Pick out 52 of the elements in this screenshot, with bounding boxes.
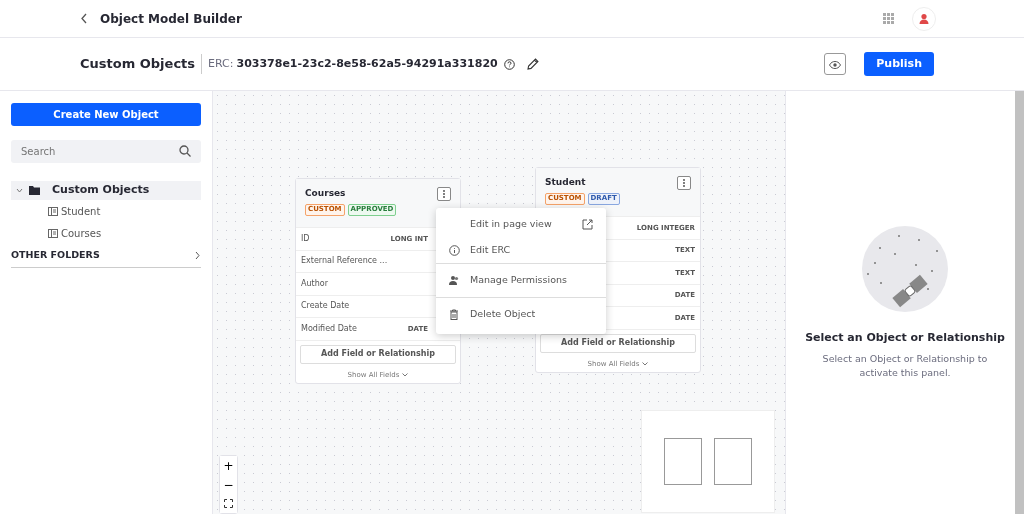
publish-button[interactable]: Publish (864, 51, 934, 77)
tree-item[interactable]: Student (11, 200, 201, 222)
minimap-node (714, 438, 752, 485)
object-title: Student (545, 176, 586, 190)
menu-item[interactable]: Edit in page view (436, 211, 606, 237)
more-options-button[interactable] (677, 176, 691, 190)
object-title: Courses (305, 187, 346, 201)
back-icon[interactable] (80, 13, 88, 24)
scrollbar[interactable] (1015, 91, 1024, 514)
trash-icon (449, 309, 459, 321)
chevron-down-icon[interactable] (16, 187, 23, 194)
field-name: ID (301, 232, 310, 245)
user-avatar-icon[interactable] (912, 6, 936, 31)
tree-item[interactable]: Custom Objects (11, 181, 201, 200)
tree-item[interactable]: Courses (11, 222, 201, 244)
external-link-icon (582, 218, 593, 230)
search-field[interactable]: Search (11, 140, 201, 163)
info-icon (449, 244, 460, 256)
field-name: External Reference ... (301, 255, 388, 268)
menu-item[interactable]: Delete Object (436, 297, 606, 331)
page-title: Object Model Builder (100, 10, 242, 28)
folder-icon (29, 186, 40, 195)
chevron-down-icon (402, 372, 409, 377)
pencil-icon[interactable] (526, 58, 539, 70)
minimap-node (664, 438, 702, 485)
field-name: Author (301, 277, 328, 290)
preview-button[interactable] (824, 53, 847, 75)
panel-title: Select an Object or Relationship (805, 330, 1005, 346)
other-folders-toggle[interactable]: OTHER FOLDERS (11, 244, 201, 268)
chevron-down-icon (642, 361, 649, 366)
add-field-button[interactable]: Add Field or Relationship (540, 333, 696, 353)
create-object-button[interactable]: Create New Object (11, 103, 201, 126)
apps-grid-icon[interactable] (883, 13, 894, 24)
more-options-button[interactable] (437, 187, 451, 201)
field-name: Create Date (301, 300, 350, 313)
tree-label: Custom Objects (52, 182, 150, 199)
search-icon[interactable] (179, 145, 191, 157)
table-icon (48, 206, 58, 216)
section-title: Custom Objects (80, 54, 203, 74)
panel-description: Select an Object or Relationship to activate this panel. (821, 351, 989, 380)
chevron-right-icon (194, 251, 201, 260)
eye-icon (829, 60, 842, 69)
menu-item[interactable]: Manage Permissions (436, 263, 606, 297)
menu-item[interactable]: Edit ERC (436, 237, 606, 263)
expand-icon (224, 499, 233, 508)
erc-value: 303378e1-23c2-8e58-62a5-94291a331820 (236, 55, 498, 72)
add-field-button[interactable]: Add Field or Relationship (300, 344, 456, 364)
table-icon (48, 228, 58, 238)
help-icon[interactable] (503, 58, 515, 70)
erc-label: ERC: (208, 55, 234, 72)
field-name: Modified Date (301, 322, 357, 335)
users-icon (449, 275, 460, 287)
